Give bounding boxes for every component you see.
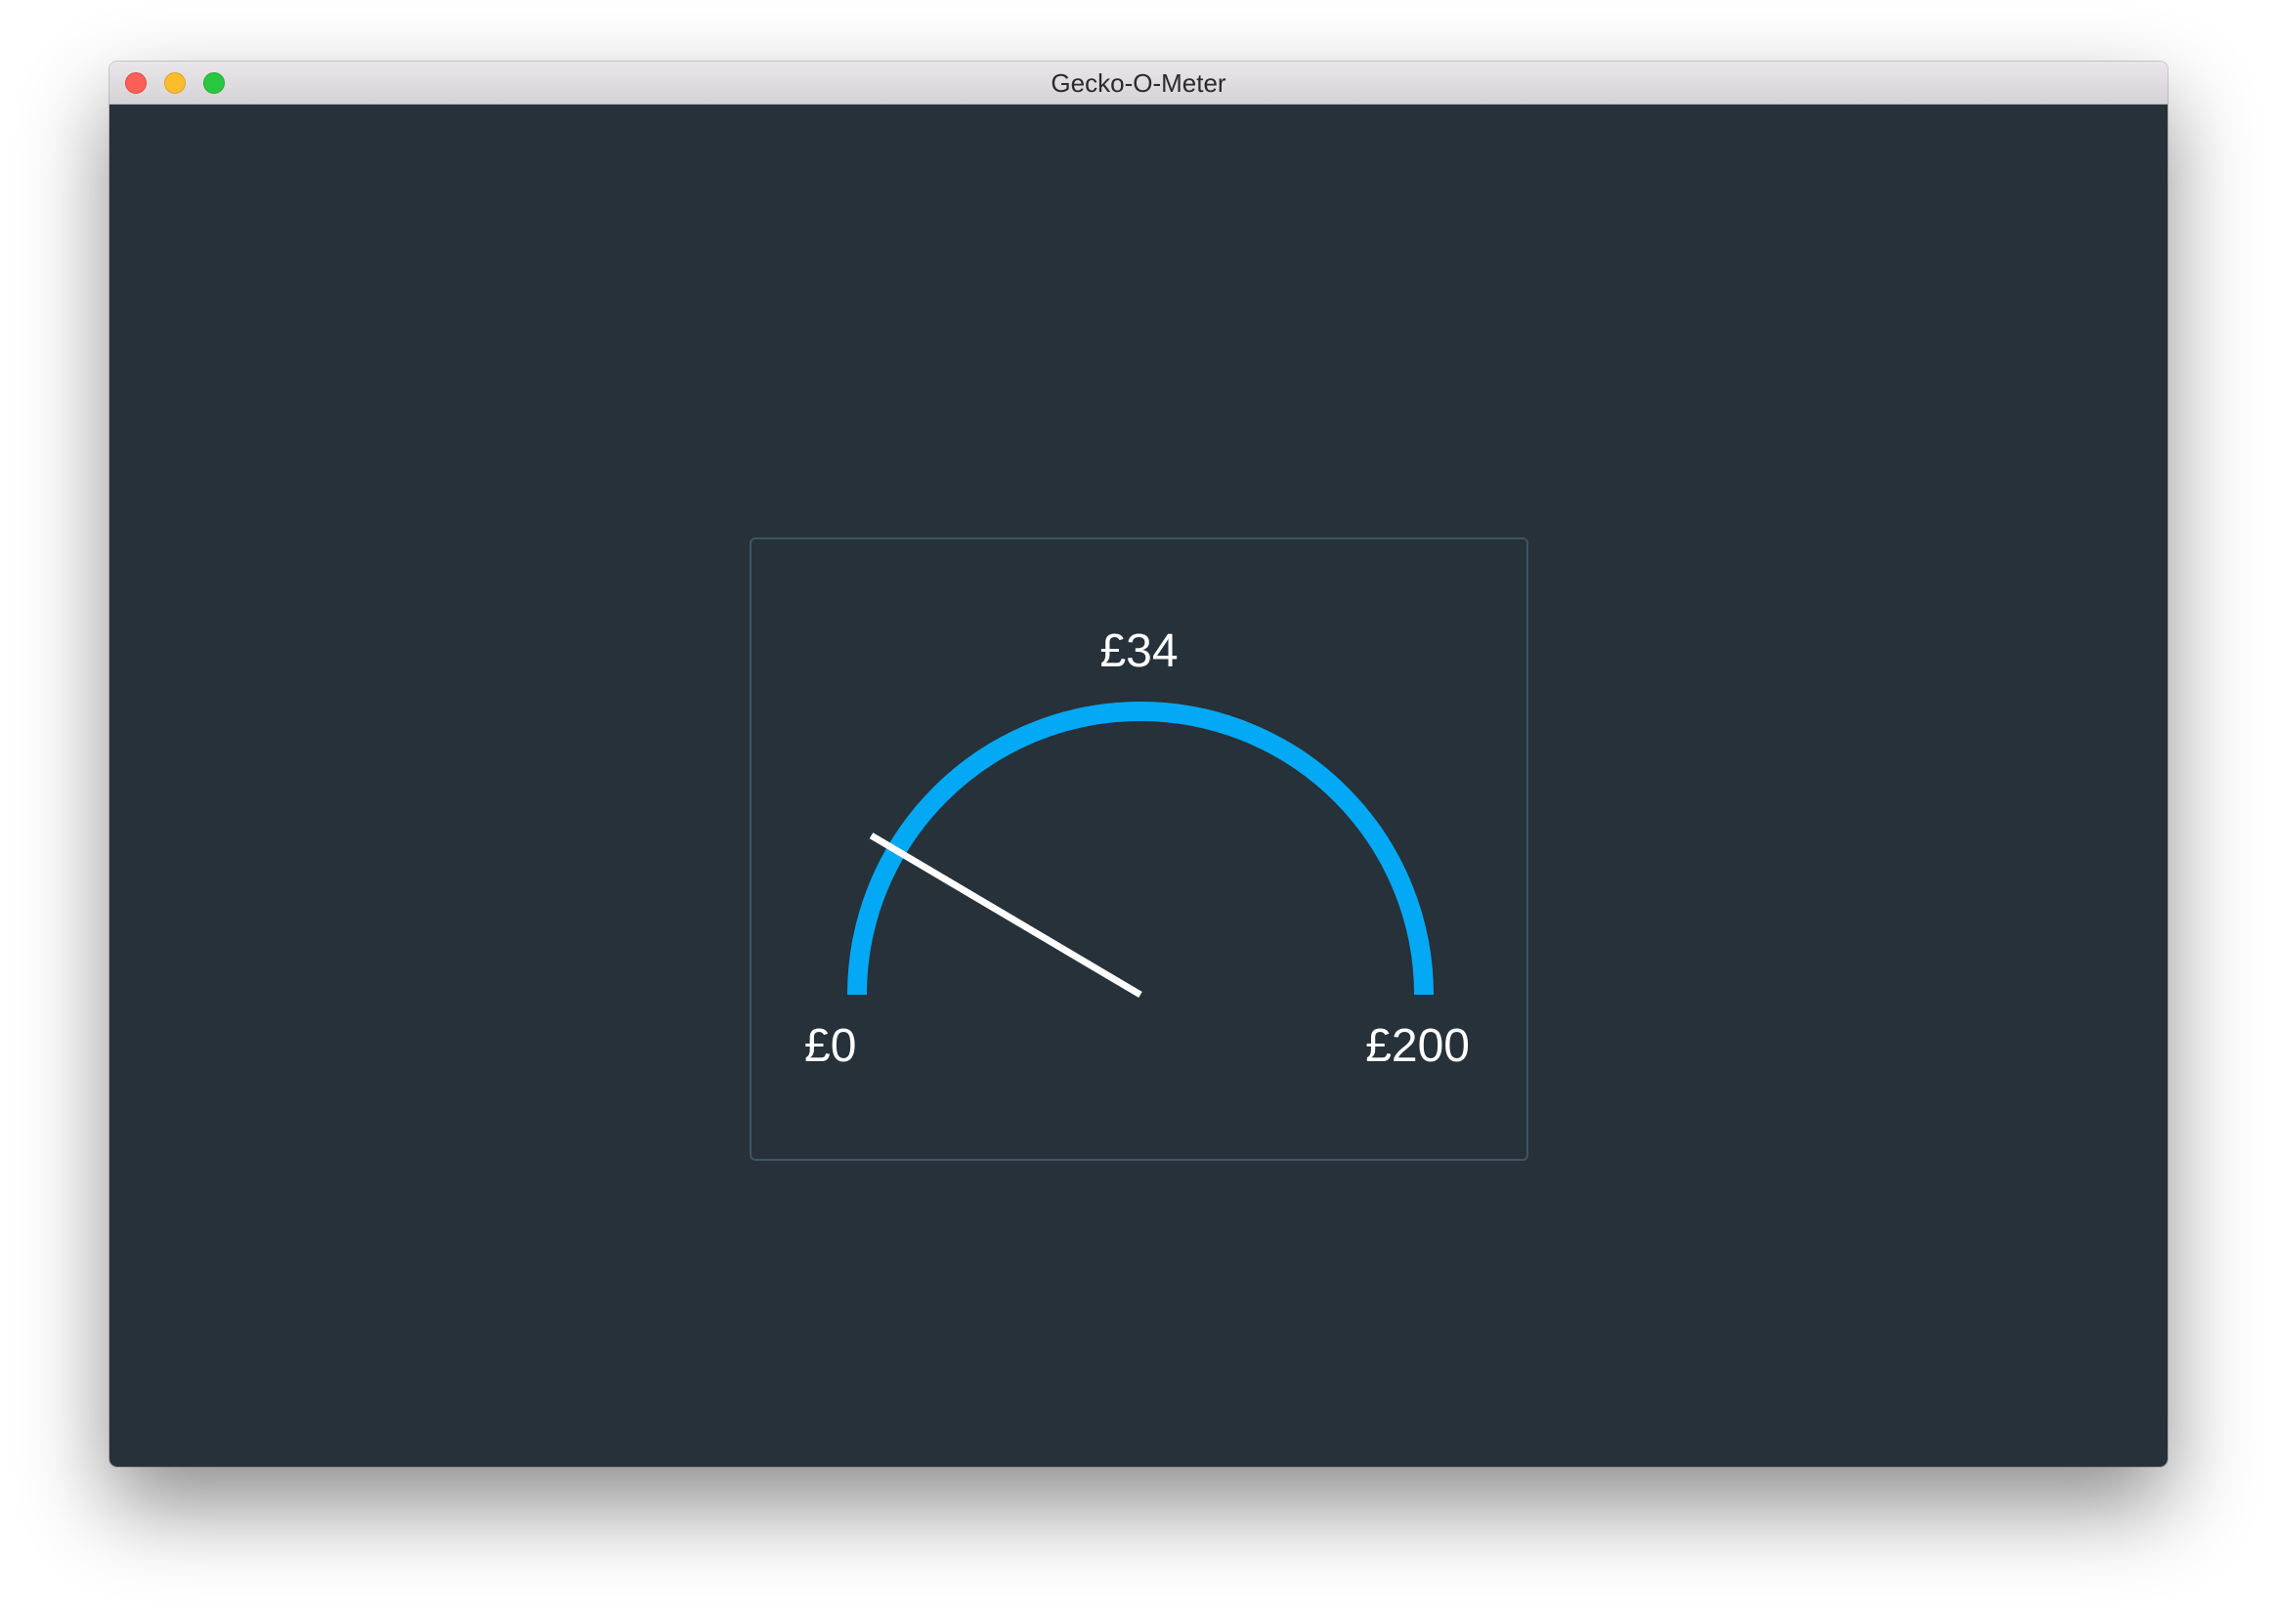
gauge-needle xyxy=(869,833,1142,999)
gauge-arc xyxy=(847,702,1434,996)
gauge-min-label: £0 xyxy=(804,1020,857,1072)
gauge-max-label: £200 xyxy=(1365,1020,1470,1072)
window-title: Gecko-O-Meter xyxy=(1051,68,1226,98)
app-window: Gecko-O-Meter £34 £0 £200 xyxy=(109,62,2168,1467)
content-area: £34 £0 £200 xyxy=(109,105,2168,1467)
gauge-value-label: £34 xyxy=(1099,625,1179,677)
gauge-panel: £34 £0 £200 xyxy=(750,537,1528,1161)
title-bar[interactable]: Gecko-O-Meter xyxy=(109,62,2168,105)
